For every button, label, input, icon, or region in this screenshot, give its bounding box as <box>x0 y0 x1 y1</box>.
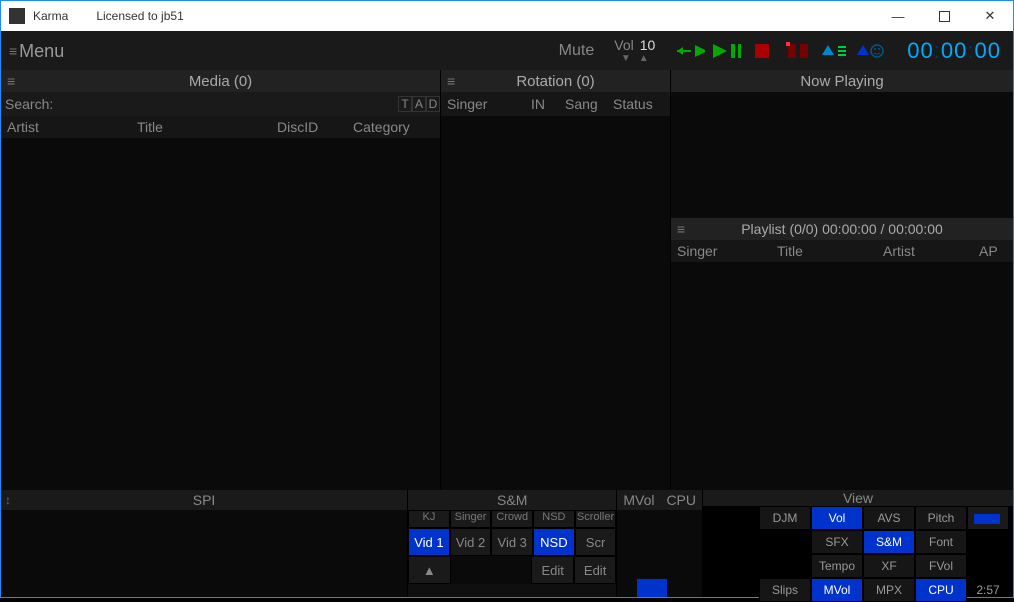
rotation-header[interactable]: ≡Rotation (0) <box>441 70 670 92</box>
playlist-header[interactable]: ≡Playlist (0/0) 00:00:00 / 00:00:00 <box>671 218 1013 240</box>
rotation-list[interactable] <box>441 116 670 490</box>
menu-button[interactable]: ≡Menu <box>1 31 67 71</box>
mvol-cpu-panel: MVolCPU <box>617 490 703 597</box>
menu-icon: ≡ <box>9 43 17 59</box>
view-djm-button[interactable]: DJM <box>759 506 811 530</box>
sm-panel: S&M KJSingerCrowdNSDScroller Vid 1 Vid 2… <box>408 490 617 597</box>
tad-toggles[interactable]: TAD <box>398 96 440 112</box>
search-label: Search: <box>1 96 57 112</box>
search-input[interactable] <box>57 97 398 112</box>
pitch-slider[interactable] <box>967 506 1009 530</box>
spi-panel: ↕SPI <box>1 490 408 597</box>
view-fvol-button[interactable]: FVol <box>915 554 967 578</box>
scr-button[interactable]: Scr <box>575 528 617 556</box>
topbar: ≡Menu Mute Vol 10 ▼ ▲ 00:00:00 <box>1 31 1013 71</box>
view-avs-button[interactable]: AVS <box>863 506 915 530</box>
volume-down-icon[interactable]: ▼ <box>621 53 631 64</box>
playlist-column-headers[interactable]: Singer Title Artist AP <box>671 240 1013 262</box>
window-titlebar: Karma Licensed to jb51 — ✕ <box>1 1 1013 31</box>
now-playing-panel: Now Playing ≡Playlist (0/0) 00:00:00 / 0… <box>671 70 1013 490</box>
sm-header: S&M <box>408 490 616 510</box>
edit1-button[interactable]: Edit <box>531 556 573 584</box>
view-tempo-button[interactable]: Tempo <box>811 554 863 578</box>
view-vol-button[interactable]: Vol <box>811 506 863 530</box>
now-playing-header: Now Playing <box>671 70 1013 92</box>
stop-button[interactable] <box>747 37 777 65</box>
record-button[interactable] <box>783 37 813 65</box>
media-menu-icon[interactable]: ≡ <box>7 73 15 89</box>
edit2-button[interactable]: Edit <box>574 556 616 584</box>
vid2-button[interactable]: Vid 2 <box>450 528 492 556</box>
media-list[interactable] <box>1 138 440 490</box>
spi-header[interactable]: ↕SPI <box>1 490 407 510</box>
view-s&m-button[interactable]: S&M <box>863 530 915 554</box>
mute-button[interactable]: Mute <box>549 42 605 60</box>
vid3-button[interactable]: Vid 3 <box>491 528 533 556</box>
volume-label: Vol <box>614 38 633 53</box>
media-panel: ≡Media (0) Search: TAD Artist Title Disc… <box>1 70 441 490</box>
volume-control[interactable]: Vol 10 ▼ ▲ <box>604 38 665 64</box>
volume-value: 10 <box>640 38 656 53</box>
spi-body <box>1 510 407 597</box>
app-title: Karma <box>33 9 68 23</box>
view-mvol-button[interactable]: MVol <box>811 578 863 602</box>
clock-display: 00:00:00 <box>895 38 1013 65</box>
view-slips-button[interactable]: Slips <box>759 578 811 602</box>
up-smiley-button[interactable] <box>855 37 885 65</box>
view-font-button[interactable]: Font <box>915 530 967 554</box>
nsd-button[interactable]: NSD <box>533 528 575 556</box>
sm-up-button[interactable]: ▲ <box>408 556 450 584</box>
playlist-list[interactable] <box>671 262 1013 490</box>
view-cpu-button[interactable]: CPU <box>915 578 967 602</box>
volume-up-icon[interactable]: ▲ <box>639 53 649 64</box>
sm-tabs[interactable]: KJSingerCrowdNSDScroller <box>408 510 616 528</box>
transport-controls <box>665 37 895 65</box>
rotation-column-headers[interactable]: Singer IN Sang Status <box>441 92 670 116</box>
view-sfx-button[interactable]: SFX <box>811 530 863 554</box>
view-xf-button[interactable]: XF <box>863 554 915 578</box>
app-icon <box>9 8 25 24</box>
mvol-cpu-header: MVolCPU <box>617 490 702 510</box>
maximize-button[interactable] <box>921 1 967 31</box>
media-header[interactable]: ≡Media (0) <box>1 70 440 92</box>
up-list-button[interactable] <box>819 37 849 65</box>
close-button[interactable]: ✕ <box>967 1 1013 31</box>
media-column-headers[interactable]: Artist Title DiscID Category <box>1 116 440 138</box>
resize-icon[interactable]: ↕ <box>5 493 11 507</box>
license-text: Licensed to jb51 <box>96 9 183 23</box>
minimize-button[interactable]: — <box>875 1 921 31</box>
play-pause-button[interactable] <box>711 37 741 65</box>
playlist-menu-icon[interactable]: ≡ <box>677 221 685 237</box>
view-time: 2:57 <box>967 578 1009 602</box>
view-mpx-button[interactable]: MPX <box>863 578 915 602</box>
rotation-menu-icon[interactable]: ≡ <box>447 73 455 89</box>
view-header: View <box>703 490 1013 506</box>
rotation-panel: ≡Rotation (0) Singer IN Sang Status <box>441 70 671 490</box>
vid1-button[interactable]: Vid 1 <box>408 528 450 556</box>
view-pitch-button[interactable]: Pitch <box>915 506 967 530</box>
view-panel: View DJMVolAVSPitch SFXS&MFont TempoXFFVol… <box>703 490 1013 597</box>
back-play-button[interactable] <box>675 37 705 65</box>
mvol-meter[interactable] <box>617 510 702 597</box>
